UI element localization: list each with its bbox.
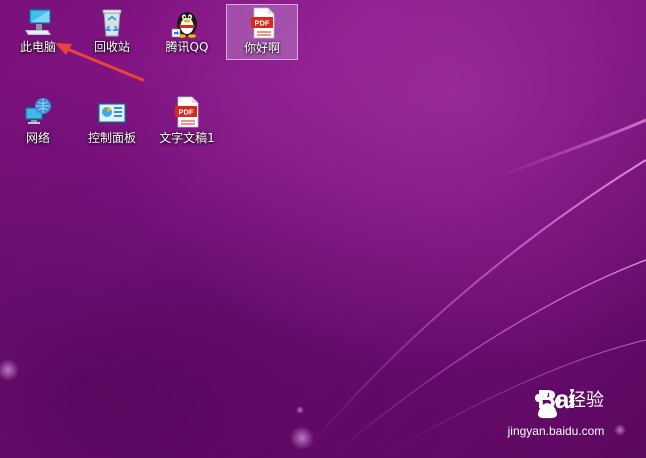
watermark-url: jingyan.baidu.com [507, 424, 605, 438]
bokeh-dot-1 [0, 359, 19, 381]
pdf-file-icon: PDF [251, 7, 275, 39]
desktop-icon-recycle-bin[interactable]: 回收站 [77, 2, 147, 72]
network-label: 网络 [25, 131, 50, 145]
desktop-icon-hello-pdf[interactable]: PDF 你好啊 [226, 4, 298, 60]
qq-penguin-icon [171, 12, 197, 38]
computer-icon [25, 9, 51, 35]
desktop[interactable]: 此电脑 回收站 腾讯QQ PDF 你好啊 网络 控制面板 PDF 文字文稿1 经… [0, 0, 646, 458]
watermark-jingyan: 经验 [568, 390, 604, 411]
desktop-icon-qq[interactable]: 腾讯QQ [152, 2, 222, 72]
desktop-icon-this-pc[interactable]: 此电脑 [3, 2, 73, 72]
text-doc-1-label: 文字文稿1 [159, 131, 215, 145]
desktop-icon-control-panel[interactable]: 控制面板 [77, 92, 147, 162]
qq-label: 腾讯QQ [165, 40, 209, 54]
control-panel-icon [98, 103, 126, 123]
recycle-bin-icon [102, 9, 122, 37]
desktop-icon-network[interactable]: 网络 [3, 92, 73, 162]
hello-pdf-label: 你好啊 [243, 41, 280, 55]
pdf-file-icon: PDF [175, 96, 199, 128]
desktop-icon-text-doc-1[interactable]: PDF 文字文稿1 [152, 92, 222, 162]
network-icon [25, 98, 51, 124]
baidu-paw-icon [535, 390, 561, 419]
bokeh-dot-2 [290, 426, 314, 450]
swirl-line-4 [489, 118, 646, 182]
baidu-jingyan-watermark: Bai 经验 jingyan.baidu.com [496, 384, 646, 454]
control-panel-label: 控制面板 [87, 131, 136, 145]
pdf-badge-text: PDF [255, 19, 270, 28]
pdf-badge-text: PDF [179, 108, 194, 117]
recycle-bin-label: 回收站 [93, 40, 130, 54]
this-pc-label: 此电脑 [19, 40, 56, 54]
bokeh-dot-3 [296, 406, 304, 414]
